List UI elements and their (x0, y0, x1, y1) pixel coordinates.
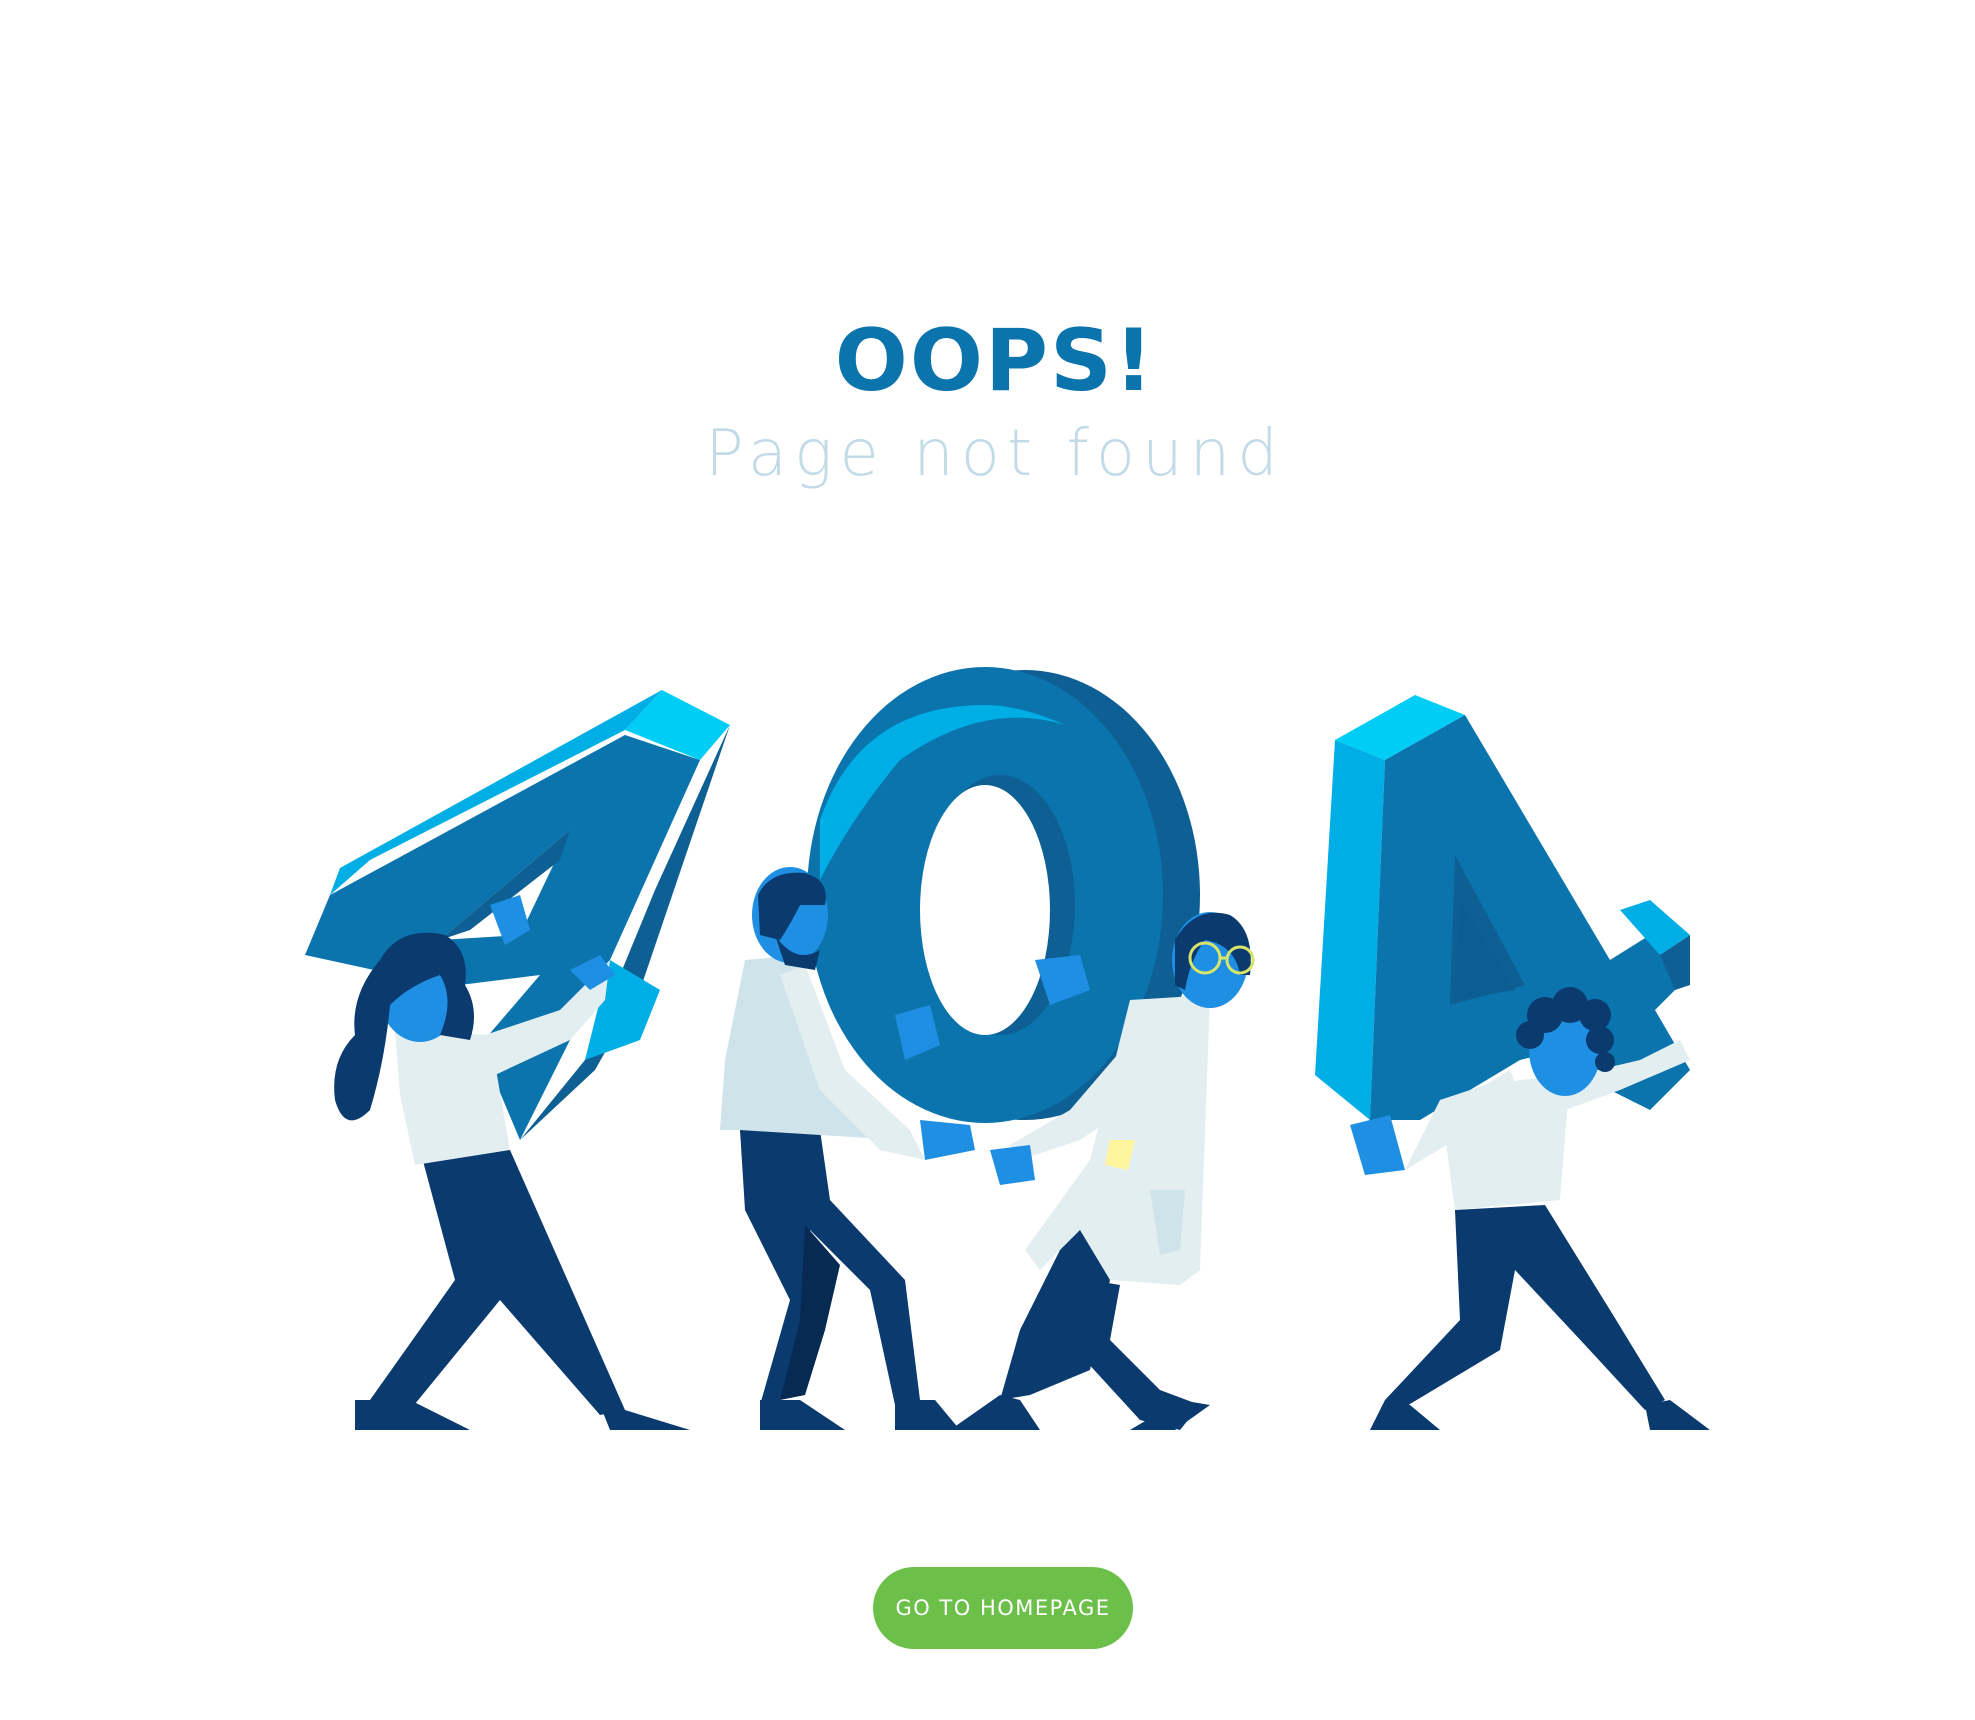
go-to-homepage-button[interactable]: GO TO HOMEPAGE (873, 1567, 1133, 1649)
404-illustration (305, 667, 1710, 1430)
digit-4-right (1315, 695, 1690, 1120)
